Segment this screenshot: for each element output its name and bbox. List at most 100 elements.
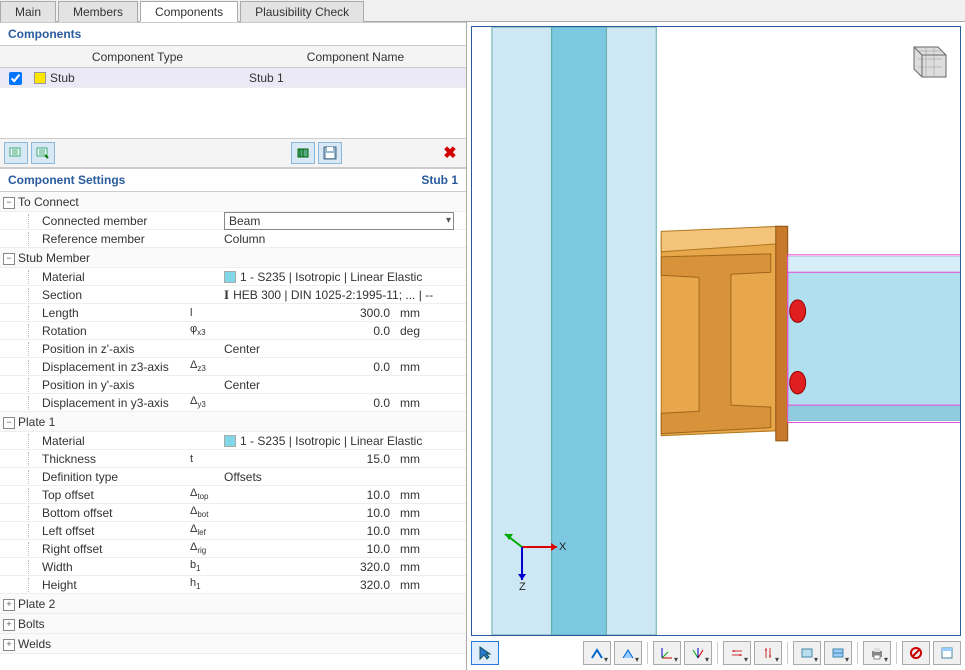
prop-symbol: b1 — [190, 559, 224, 573]
category-row[interactable]: +Welds — [0, 634, 466, 654]
prop-unit: deg — [394, 324, 466, 338]
save-button[interactable] — [318, 142, 342, 164]
axes-button-1[interactable] — [653, 641, 681, 665]
view-mode-2[interactable] — [614, 641, 642, 665]
prop-value[interactable]: 15.0 — [224, 452, 394, 466]
row-checkbox[interactable] — [9, 72, 22, 85]
expand-icon[interactable]: + — [3, 619, 15, 631]
property-row[interactable]: Lengthl300.0mm — [0, 304, 466, 322]
library-button[interactable] — [291, 142, 315, 164]
display-button-1[interactable] — [793, 641, 821, 665]
prop-unit: mm — [394, 524, 466, 538]
view-cube[interactable] — [902, 37, 950, 85]
property-row[interactable]: Bottom offsetΔbot10.0mm — [0, 504, 466, 522]
category-row[interactable]: +Plate 2 — [0, 594, 466, 614]
section-icon: I — [224, 287, 229, 303]
prop-symbol: Δz3 — [190, 359, 224, 373]
prop-value[interactable]: 0.0 — [224, 360, 394, 374]
prop-label: Left offset — [18, 524, 190, 538]
property-row[interactable]: Position in z'-axisCenter — [0, 340, 466, 358]
view-mode-1[interactable] — [583, 641, 611, 665]
prop-value[interactable]: 0.0 — [224, 324, 394, 338]
tab-members[interactable]: Members — [58, 1, 138, 22]
property-row[interactable]: Reference memberColumn — [0, 230, 466, 248]
prop-value[interactable]: 10.0 — [224, 524, 394, 538]
viewport-toolbar — [471, 636, 961, 666]
property-row[interactable]: Position in y'-axis Center — [0, 376, 466, 394]
prop-value[interactable]: 0.0 — [224, 396, 394, 410]
display-button-2[interactable] — [824, 641, 852, 665]
component-name-cell: Stub 1 — [245, 71, 466, 85]
prop-label: Bottom offset — [18, 506, 190, 520]
prop-value: Center — [224, 378, 466, 392]
category-row[interactable]: −Stub Member — [0, 248, 466, 268]
category-label: Bolts — [18, 617, 466, 631]
property-row[interactable]: Displacement in y3-axisΔy30.0mm — [0, 394, 466, 412]
prop-unit: mm — [394, 360, 466, 374]
prop-value[interactable]: 10.0 — [224, 542, 394, 556]
expand-icon[interactable]: + — [3, 639, 15, 651]
property-row[interactable]: Material1 - S235 | Isotropic | Linear El… — [0, 432, 466, 450]
collapse-icon[interactable]: − — [3, 417, 15, 429]
prop-symbol: φx3 — [190, 323, 224, 337]
property-row[interactable]: Definition type Offsets — [0, 468, 466, 486]
list-button-2[interactable] — [31, 142, 55, 164]
prop-label: Definition type — [18, 470, 190, 484]
prop-symbol: t — [190, 453, 224, 465]
prop-value[interactable]: 10.0 — [224, 488, 394, 502]
prop-unit: mm — [394, 542, 466, 556]
prop-value[interactable]: 320.0 — [224, 560, 394, 574]
svg-text:Z: Z — [519, 581, 526, 592]
prop-symbol: Δy3 — [190, 395, 224, 409]
dim-button-1[interactable] — [723, 641, 751, 665]
select-connected-member[interactable]: Beam▾ — [224, 212, 454, 230]
prop-unit: mm — [394, 506, 466, 520]
property-row[interactable]: Top offsetΔtop10.0mm — [0, 486, 466, 504]
new-window-button[interactable] — [933, 641, 961, 665]
prop-label: Position in y'-axis — [18, 378, 190, 392]
collapse-icon[interactable]: − — [3, 197, 15, 209]
prop-value[interactable]: 320.0 — [224, 578, 394, 592]
collapse-icon[interactable]: − — [3, 253, 15, 265]
prop-unit: mm — [394, 560, 466, 574]
property-row[interactable]: Material1 - S235 | Isotropic | Linear El… — [0, 268, 466, 286]
delete-button[interactable]: ✖ — [438, 142, 462, 164]
prop-unit: mm — [394, 306, 466, 320]
category-row[interactable]: +Bolts — [0, 614, 466, 634]
axes-button-2[interactable] — [684, 641, 712, 665]
property-row[interactable]: SectionIHEB 300 | DIN 1025-2:1995-11; ..… — [0, 286, 466, 304]
close-view-button[interactable] — [902, 641, 930, 665]
viewport-3d[interactable]: X Z — [471, 26, 961, 636]
prop-value[interactable]: 10.0 — [224, 506, 394, 520]
property-row[interactable]: Heighth1320.0mm — [0, 576, 466, 594]
table-row[interactable]: Stub Stub 1 — [0, 68, 466, 88]
property-row[interactable]: Connected memberBeam▾ — [0, 212, 466, 230]
prop-unit: mm — [394, 452, 466, 466]
prop-label: Height — [18, 578, 190, 592]
prop-value: Center — [224, 342, 466, 356]
prop-value[interactable]: 300.0 — [224, 306, 394, 320]
prop-label: Width — [18, 560, 190, 574]
prop-value: Offsets — [224, 470, 466, 484]
property-row[interactable]: Right offsetΔrig10.0mm — [0, 540, 466, 558]
prop-symbol: Δtop — [190, 487, 224, 501]
prop-symbol: Δlef — [190, 523, 224, 537]
expand-icon[interactable]: + — [3, 599, 15, 611]
property-row[interactable]: Widthb1320.0mm — [0, 558, 466, 576]
dim-button-2[interactable] — [754, 641, 782, 665]
category-row[interactable]: −Plate 1 — [0, 412, 466, 432]
property-row[interactable]: Left offsetΔlef10.0mm — [0, 522, 466, 540]
print-button[interactable] — [863, 641, 891, 665]
category-label: Welds — [18, 637, 466, 651]
select-tool[interactable] — [471, 641, 499, 665]
tab-components[interactable]: Components — [140, 1, 238, 22]
list-button-1[interactable] — [4, 142, 28, 164]
tab-plausibility-check[interactable]: Plausibility Check — [240, 1, 364, 22]
property-row[interactable]: Displacement in z3-axisΔz30.0mm — [0, 358, 466, 376]
component-type-cell: Stub — [50, 71, 75, 85]
property-row[interactable]: Rotationφx30.0deg — [0, 322, 466, 340]
category-row[interactable]: −To Connect — [0, 192, 466, 212]
svg-text:X: X — [559, 541, 567, 553]
tab-main[interactable]: Main — [0, 1, 56, 22]
property-row[interactable]: Thicknesst15.0mm — [0, 450, 466, 468]
